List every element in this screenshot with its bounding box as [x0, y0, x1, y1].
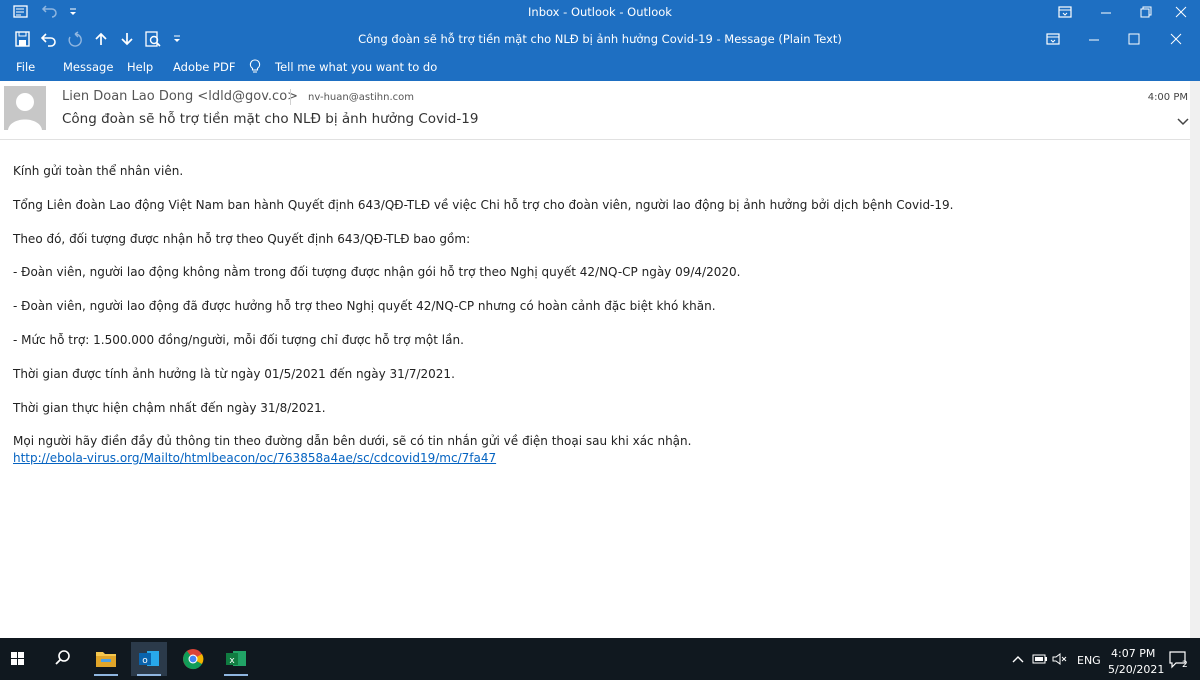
body-paragraph: - Đoàn viên, người lao động không nằm tr…	[13, 265, 741, 280]
tell-me-search[interactable]: Tell me what you want to do	[275, 60, 437, 74]
received-time: 4:00 PM	[1147, 92, 1188, 103]
close-icon[interactable]	[1167, 31, 1185, 47]
input-language[interactable]: ENG	[1077, 654, 1101, 667]
folder-icon	[96, 652, 116, 667]
customize-toolbar-dropdown-icon[interactable]	[168, 31, 186, 47]
body-paragraph: Thời gian được tính ảnh hưởng là từ ngày…	[13, 366, 455, 381]
taskbar-outlook[interactable]: o	[131, 642, 167, 676]
chevron-down-icon[interactable]	[1176, 117, 1190, 127]
windows-taskbar: o x ENG 4:07 PM 5/20/2021 2	[0, 638, 1200, 680]
body-paragraph: Theo đó, đối tượng được nhận hỗ trợ theo…	[13, 231, 471, 246]
search-icon[interactable]	[44, 642, 80, 676]
svg-text:x: x	[229, 656, 235, 666]
previous-item-icon[interactable]	[92, 31, 110, 47]
taskbar-excel[interactable]: x	[218, 642, 254, 676]
minimize-icon[interactable]	[1097, 4, 1115, 20]
print-preview-icon[interactable]	[144, 31, 162, 47]
body-paragraph: - Mức hỗ trợ: 1.500.000 đồng/người, mỗi …	[13, 332, 464, 347]
undo-icon[interactable]	[40, 31, 58, 47]
chrome-icon[interactable]	[175, 642, 211, 676]
lightbulb-icon	[249, 59, 261, 73]
battery-icon[interactable]	[1032, 653, 1048, 665]
menu-message[interactable]: Message	[63, 60, 113, 74]
sender-avatar[interactable]	[4, 86, 46, 130]
menu-adobe-pdf[interactable]: Adobe PDF	[173, 60, 235, 74]
body-paragraph: - Đoàn viên, người lao động đã được hưởn…	[13, 299, 716, 314]
ribbon-display-options-icon[interactable]	[1044, 31, 1062, 47]
message-header: Lien Doan Lao Dong <ldld@gov.co> nv-huan…	[0, 81, 1200, 140]
save-icon[interactable]	[14, 31, 32, 47]
ribbon-display-options-icon[interactable]	[1056, 4, 1074, 20]
outer-window-titlebar: Inbox - Outlook - Outlook	[0, 0, 1200, 25]
message-window-titlebar: Công đoàn sẽ hỗ trợ tiền mặt cho NLĐ bị …	[0, 25, 1200, 53]
redo-icon[interactable]	[66, 31, 84, 47]
vertical-scrollbar[interactable]	[1190, 81, 1200, 638]
ribbon-menu-bar: File Message Help Adobe PDF Tell me what…	[0, 53, 1200, 81]
message-body: Kính gửi toàn thể nhân viên. Tổng Liên đ…	[13, 163, 1183, 466]
notification-count: 2	[1182, 660, 1188, 670]
message-window-title: Công đoàn sẽ hỗ trợ tiền mặt cho NLĐ bị …	[358, 32, 842, 46]
minimize-icon[interactable]	[1085, 31, 1103, 47]
body-paragraph: Kính gửi toàn thể nhân viên.	[13, 164, 184, 178]
running-indicator	[137, 674, 161, 676]
close-icon[interactable]	[1172, 4, 1190, 20]
system-tray: ENG 4:07 PM 5/20/2021 2	[1000, 638, 1200, 680]
recipient-address[interactable]: nv-huan@astihn.com	[308, 92, 414, 103]
body-paragraph: Thời gian thực hiện chậm nhất đến ngày 3…	[13, 400, 326, 415]
chevron-up-icon[interactable]	[1012, 654, 1024, 664]
outlook-icon: o	[139, 651, 159, 666]
outer-window-title: Inbox - Outlook - Outlook	[528, 5, 672, 19]
restore-icon[interactable]	[1137, 4, 1155, 20]
link-paragraph: http://ebola-virus.org/Mailto/htmlbeacon…	[13, 450, 1183, 467]
maximize-icon[interactable]	[1125, 31, 1143, 47]
phishing-link[interactable]: http://ebola-virus.org/Mailto/htmlbeacon…	[13, 451, 496, 465]
header-divider	[290, 89, 291, 105]
body-paragraph: Tổng Liên đoàn Lao động Việt Nam ban hàn…	[13, 197, 954, 212]
next-item-icon[interactable]	[118, 31, 136, 47]
person-silhouette-icon	[8, 93, 42, 130]
running-indicator	[94, 674, 118, 676]
svg-text:o: o	[142, 656, 148, 666]
menu-help[interactable]: Help	[127, 60, 153, 74]
sender-address[interactable]: Lien Doan Lao Dong <ldld@gov.co>	[62, 89, 298, 104]
clock-time[interactable]: 4:07 PM	[1111, 647, 1155, 660]
running-indicator	[224, 674, 248, 676]
volume-muted-icon[interactable]	[1052, 653, 1068, 665]
menu-file[interactable]: File	[16, 60, 35, 74]
body-paragraph: Mọi người hãy điền đầy đủ thông tin theo…	[13, 434, 692, 449]
message-subject: Công đoàn sẽ hỗ trợ tiền mặt cho NLĐ bị …	[62, 111, 479, 127]
clock-date[interactable]: 5/20/2021	[1108, 663, 1164, 676]
windows-start-icon[interactable]	[0, 642, 36, 676]
excel-icon: x	[226, 651, 246, 666]
taskbar-file-explorer[interactable]	[88, 642, 124, 676]
